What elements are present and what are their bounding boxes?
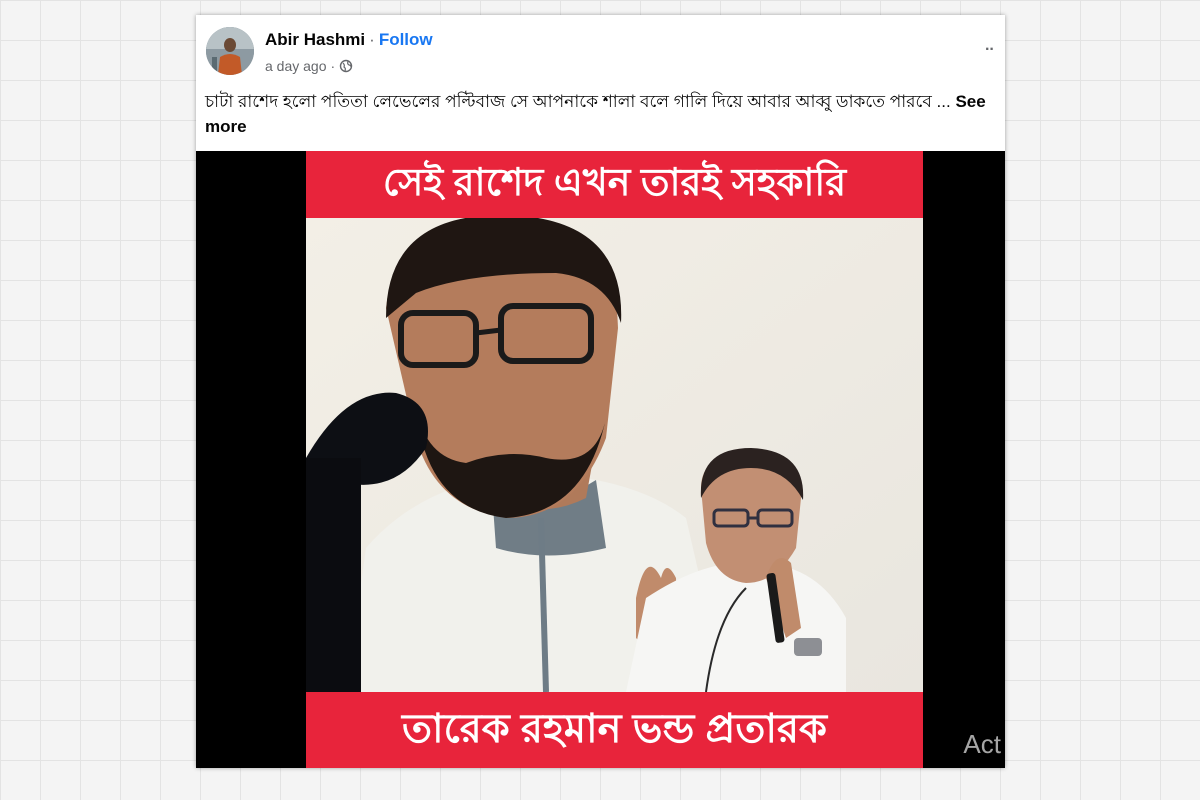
post-media[interactable]: সেই রাশেদ এখন তারই সহকারি তারেক রহমান ভন… xyxy=(196,151,1005,768)
post-body: চাটা রাশেদ হলো পতিতা লেভেলের পল্টিবাজ সে… xyxy=(205,92,951,111)
follow-button[interactable]: Follow xyxy=(379,30,433,49)
post-meta: a day ago · xyxy=(265,58,353,74)
globe-icon xyxy=(339,59,353,73)
author-avatar[interactable] xyxy=(206,27,254,75)
post-text: চাটা রাশেদ হলো পতিতা লেভেলের পল্টিবাজ সে… xyxy=(205,89,1000,139)
video-frame[interactable]: সেই রাশেদ এখন তারই সহকারি তারেক রহমান ভন… xyxy=(306,151,923,768)
author-line: Abir Hashmi · Follow xyxy=(265,30,433,50)
author-name[interactable]: Abir Hashmi xyxy=(265,30,365,49)
photo-illustration xyxy=(306,218,923,692)
activate-watermark: Act xyxy=(963,729,1001,759)
bottom-caption-banner: তারেক রহমান ভন্ড প্রতারক xyxy=(306,692,923,768)
avatar-image xyxy=(206,27,254,75)
post-header: Abir Hashmi · Follow a day ago · ·· xyxy=(196,15,1005,85)
top-caption-banner: সেই রাশেদ এখন তারই সহকারি xyxy=(306,151,923,218)
post-timestamp[interactable]: a day ago xyxy=(265,58,327,74)
meta-separator: · xyxy=(330,58,336,74)
author-separator: · xyxy=(369,30,375,49)
facebook-post-card: Abir Hashmi · Follow a day ago · ·· চাটা র… xyxy=(196,15,1005,768)
more-options-icon[interactable]: ·· xyxy=(985,41,1003,59)
